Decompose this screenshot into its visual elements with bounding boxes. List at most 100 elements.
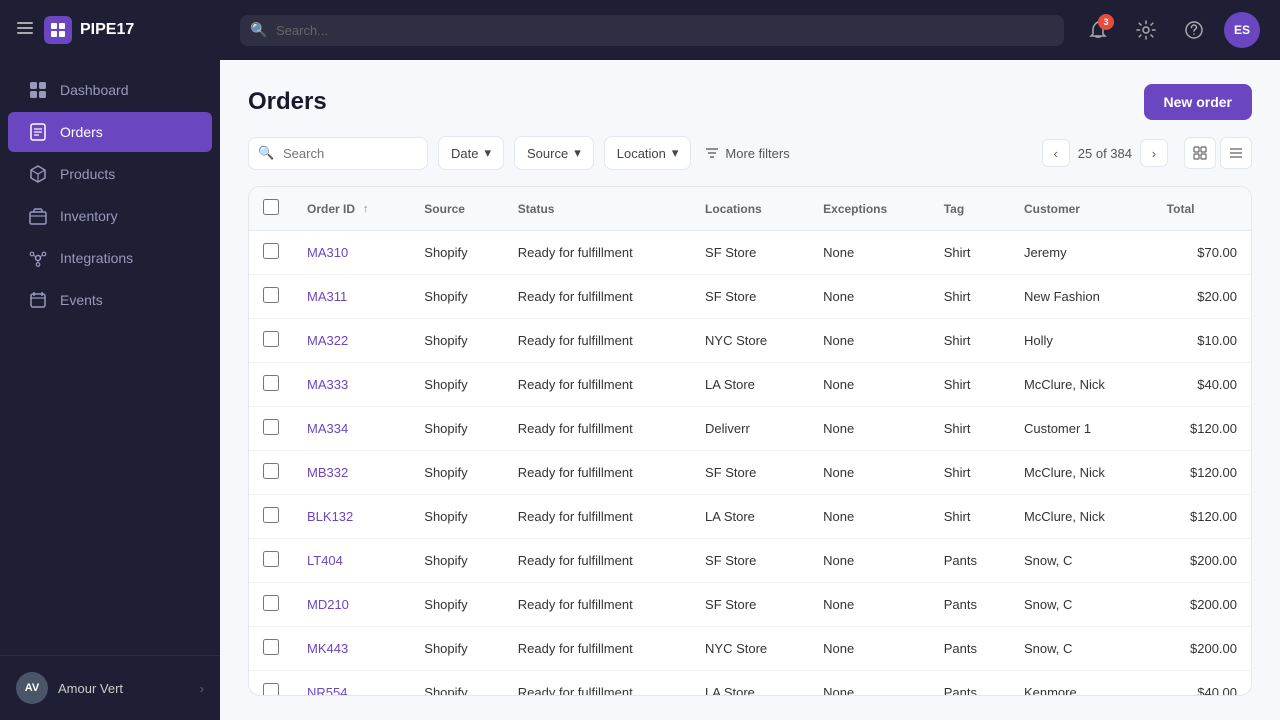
integrations-icon [28, 248, 48, 268]
row-checkbox[interactable] [263, 287, 279, 303]
sidebar-footer[interactable]: AV Amour Vert › [0, 655, 220, 720]
sidebar-item-dashboard[interactable]: Dashboard [8, 70, 212, 110]
row-status: Ready for fulfillment [504, 319, 691, 363]
order-id-link[interactable]: LT404 [307, 553, 343, 568]
row-source: Shopify [410, 407, 504, 451]
row-location: SF Store [691, 231, 809, 275]
row-exceptions: None [809, 627, 930, 671]
list-view-button[interactable] [1220, 137, 1252, 169]
row-status: Ready for fulfillment [504, 451, 691, 495]
sidebar-item-orders[interactable]: Orders [8, 112, 212, 152]
row-exceptions: None [809, 671, 930, 697]
app-name: PIPE17 [80, 21, 134, 39]
row-exceptions: None [809, 275, 930, 319]
notification-badge: 3 [1098, 14, 1114, 30]
orders-table: Order ID↑ Source Status Locations Except… [249, 187, 1251, 696]
sidebar-item-products[interactable]: Products [8, 154, 212, 194]
more-filters-button[interactable]: More filters [701, 138, 793, 169]
user-avatar[interactable]: ES [1224, 12, 1260, 48]
row-tag: Pants [930, 583, 1010, 627]
order-id-link[interactable]: NR554 [307, 685, 347, 696]
order-id-link[interactable]: MD210 [307, 597, 349, 612]
row-source: Shopify [410, 583, 504, 627]
order-id-link[interactable]: MA310 [307, 245, 348, 260]
row-checkbox[interactable] [263, 639, 279, 655]
row-customer: McClure, Nick [1010, 451, 1153, 495]
row-status: Ready for fulfillment [504, 407, 691, 451]
row-exceptions: None [809, 363, 930, 407]
row-customer: Snow, C [1010, 583, 1153, 627]
row-customer: Snow, C [1010, 539, 1153, 583]
sidebar: PIPE17 Dashboard [0, 0, 220, 720]
row-exceptions: None [809, 583, 930, 627]
date-filter-button[interactable]: Date ▾ [438, 136, 504, 170]
table-row: MA333 Shopify Ready for fulfillment LA S… [249, 363, 1251, 407]
row-source: Shopify [410, 231, 504, 275]
source-filter-button[interactable]: Source ▾ [514, 136, 594, 170]
sidebar-item-integrations[interactable]: Integrations [8, 238, 212, 278]
row-checkbox[interactable] [263, 331, 279, 347]
row-customer: New Fashion [1010, 275, 1153, 319]
grid-view-button[interactable] [1184, 137, 1216, 169]
row-exceptions: None [809, 231, 930, 275]
pagination-info: ‹ 25 of 384 › [1042, 137, 1252, 169]
col-locations: Locations [691, 187, 809, 231]
row-checkbox[interactable] [263, 595, 279, 611]
order-id-link[interactable]: MK443 [307, 641, 348, 656]
row-exceptions: None [809, 495, 930, 539]
row-checkbox[interactable] [263, 507, 279, 523]
order-search-input[interactable] [248, 137, 428, 170]
topbar-search-input[interactable] [240, 15, 1064, 46]
row-location: SF Store [691, 275, 809, 319]
row-source: Shopify [410, 451, 504, 495]
col-source: Source [410, 187, 504, 231]
row-checkbox[interactable] [263, 243, 279, 259]
row-exceptions: None [809, 407, 930, 451]
select-all-checkbox[interactable] [263, 199, 279, 215]
row-source: Shopify [410, 671, 504, 697]
notifications-button[interactable]: 3 [1080, 12, 1116, 48]
location-filter-button[interactable]: Location ▾ [604, 136, 692, 170]
pagination-prev-arrow[interactable]: ‹ [1042, 139, 1070, 167]
order-id-link[interactable]: MA334 [307, 421, 348, 436]
order-id-link[interactable]: MA333 [307, 377, 348, 392]
col-tag: Tag [930, 187, 1010, 231]
settings-button[interactable] [1128, 12, 1164, 48]
row-checkbox[interactable] [263, 463, 279, 479]
col-total: Total [1153, 187, 1251, 231]
orders-icon [28, 122, 48, 142]
sidebar-item-inventory[interactable]: Inventory [8, 196, 212, 236]
row-checkbox[interactable] [263, 551, 279, 567]
date-chevron-icon: ▾ [484, 145, 491, 161]
row-location: SF Store [691, 539, 809, 583]
sidebar-item-label: Inventory [60, 208, 118, 224]
row-total: $20.00 [1153, 275, 1251, 319]
row-checkbox[interactable] [263, 375, 279, 391]
row-checkbox[interactable] [263, 683, 279, 696]
help-button[interactable] [1176, 12, 1212, 48]
row-source: Shopify [410, 275, 504, 319]
row-checkbox[interactable] [263, 419, 279, 435]
row-customer: McClure, Nick [1010, 495, 1153, 539]
row-tag: Pants [930, 671, 1010, 697]
pagination-count: 25 of 384 [1078, 146, 1132, 161]
table-row: MK443 Shopify Ready for fulfillment NYC … [249, 627, 1251, 671]
page-header: Orders New order [248, 84, 1252, 120]
inventory-icon [28, 206, 48, 226]
sort-icon: ↑ [363, 203, 369, 215]
order-id-link[interactable]: MA311 [307, 289, 347, 304]
order-id-link[interactable]: MA322 [307, 333, 348, 348]
order-id-link[interactable]: BLK132 [307, 509, 353, 524]
row-customer: Holly [1010, 319, 1153, 363]
pagination-next-arrow[interactable]: › [1140, 139, 1168, 167]
row-total: $200.00 [1153, 583, 1251, 627]
hamburger-icon[interactable] [16, 19, 34, 42]
sidebar-item-events[interactable]: Events [8, 280, 212, 320]
row-tag: Pants [930, 627, 1010, 671]
new-order-button[interactable]: New order [1144, 84, 1252, 120]
table-row: MA334 Shopify Ready for fulfillment Deli… [249, 407, 1251, 451]
row-source: Shopify [410, 539, 504, 583]
order-id-link[interactable]: MB332 [307, 465, 348, 480]
row-tag: Pants [930, 539, 1010, 583]
row-total: $120.00 [1153, 495, 1251, 539]
